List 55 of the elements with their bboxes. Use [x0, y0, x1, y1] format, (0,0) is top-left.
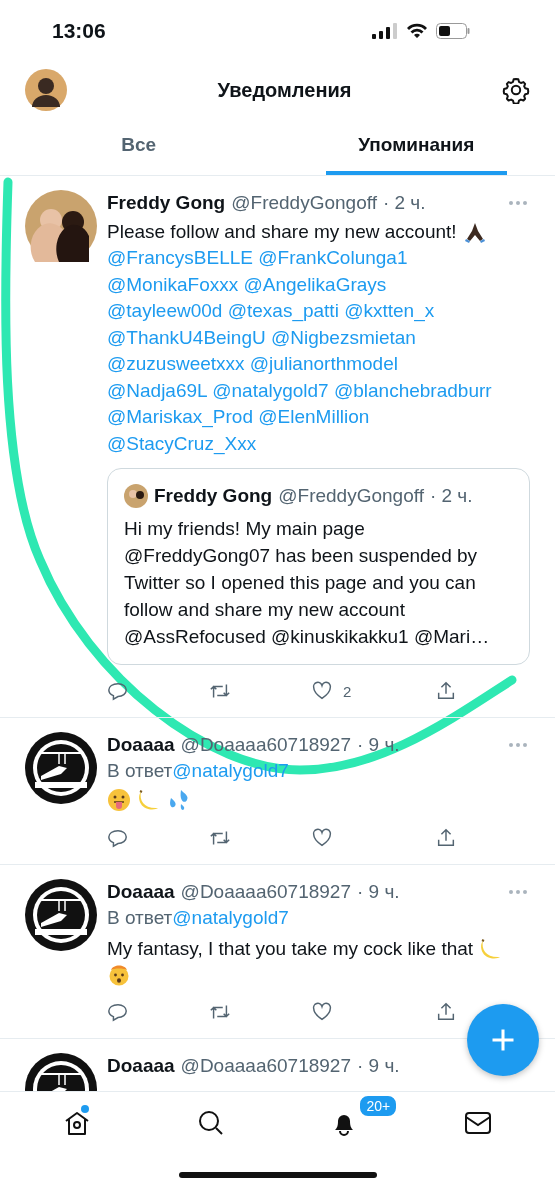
signal-icon	[372, 23, 398, 39]
reply-icon[interactable]	[107, 1001, 129, 1023]
user-avatar[interactable]	[25, 190, 97, 262]
like-count: 2	[343, 682, 352, 700]
mention-links[interactable]: @FrancysBELLE @FrankColunga1	[107, 245, 530, 272]
mention-links[interactable]: @StacyCruz_Xxx	[107, 430, 530, 457]
post-time: · 2 ч.	[429, 485, 473, 507]
compose-button[interactable]	[467, 1004, 539, 1076]
like-icon[interactable]	[311, 827, 333, 849]
mention-links[interactable]: @zuzusweetxxx @julianorthmodel	[107, 351, 530, 378]
author-name: Freddy Gong	[154, 485, 273, 507]
post-text: Please follow and share my new account!	[107, 220, 457, 244]
share-icon[interactable]	[435, 680, 457, 702]
author-name: Freddy Gong	[107, 192, 226, 214]
reply-link[interactable]: @natalygold7	[172, 907, 289, 928]
wifi-icon	[406, 23, 428, 39]
tongue-face-icon	[107, 788, 131, 812]
notification-count: 20+	[358, 1094, 399, 1118]
post-time: · 2 ч.	[382, 192, 426, 214]
reply-label: В ответ	[107, 760, 173, 781]
author-handle: @Doaaaa60718927	[180, 881, 351, 903]
reply-label: В ответ	[107, 907, 173, 928]
post-time: · 9 ч.	[357, 1055, 400, 1077]
page-title: Уведомления	[217, 78, 352, 102]
mention-links[interactable]: @Mariskax_Prod @ElenMillion	[107, 404, 530, 431]
author-name: Doaaaa	[107, 734, 175, 756]
status-time: 13:06	[52, 19, 106, 43]
post-text: My fantasy, I that you take my cock like that	[107, 937, 474, 961]
share-icon[interactable]	[435, 827, 457, 849]
quoted-post-text: Hi my friends! My main page @FreddyGong07 has been suspended by Twitter so I opened this page and you can follow and share my new account @AssRefocused @kinuskikakku1 @Mari…	[124, 517, 491, 649]
like-icon[interactable]	[311, 680, 333, 702]
reply-link[interactable]: @natalygold7	[172, 760, 289, 781]
share-icon[interactable]	[435, 1001, 457, 1023]
quoted-post-card[interactable]	[107, 468, 530, 665]
user-avatar	[124, 484, 148, 508]
reply-icon[interactable]	[107, 827, 129, 849]
author-handle: @FreddyGongoff	[278, 485, 424, 507]
battery-icon	[436, 23, 470, 39]
author-handle: @Doaaaa60718927	[180, 1055, 351, 1077]
post-time: · 9 ч.	[357, 881, 400, 903]
tab[interactable]: Все	[48, 118, 230, 175]
mention-links[interactable]: @Nadja69L @natalygold7 @blanchebradburr	[107, 377, 530, 404]
reply-icon[interactable]	[107, 680, 129, 702]
tab[interactable]: Упоминания	[325, 118, 507, 175]
mention-links[interactable]: @tayleew00d @texas_patti @kxtten_x	[107, 298, 530, 325]
workout-logo-avatar[interactable]	[25, 879, 97, 951]
author-name: Doaaaa	[107, 881, 175, 903]
settings-icon[interactable]	[502, 76, 530, 104]
author-handle: @FreddyGongoff	[231, 192, 377, 214]
author-name: Doaaaa	[107, 1055, 175, 1077]
mention-links[interactable]: @ThankU4BeingU @Nigbezsmietan	[107, 324, 530, 351]
like-icon[interactable]	[311, 1001, 333, 1023]
mention-links[interactable]: @MonikaFoxxx @AngelikaGrays	[107, 271, 530, 298]
profile-avatar[interactable]	[25, 69, 67, 111]
workout-logo-avatar[interactable]	[25, 732, 97, 804]
